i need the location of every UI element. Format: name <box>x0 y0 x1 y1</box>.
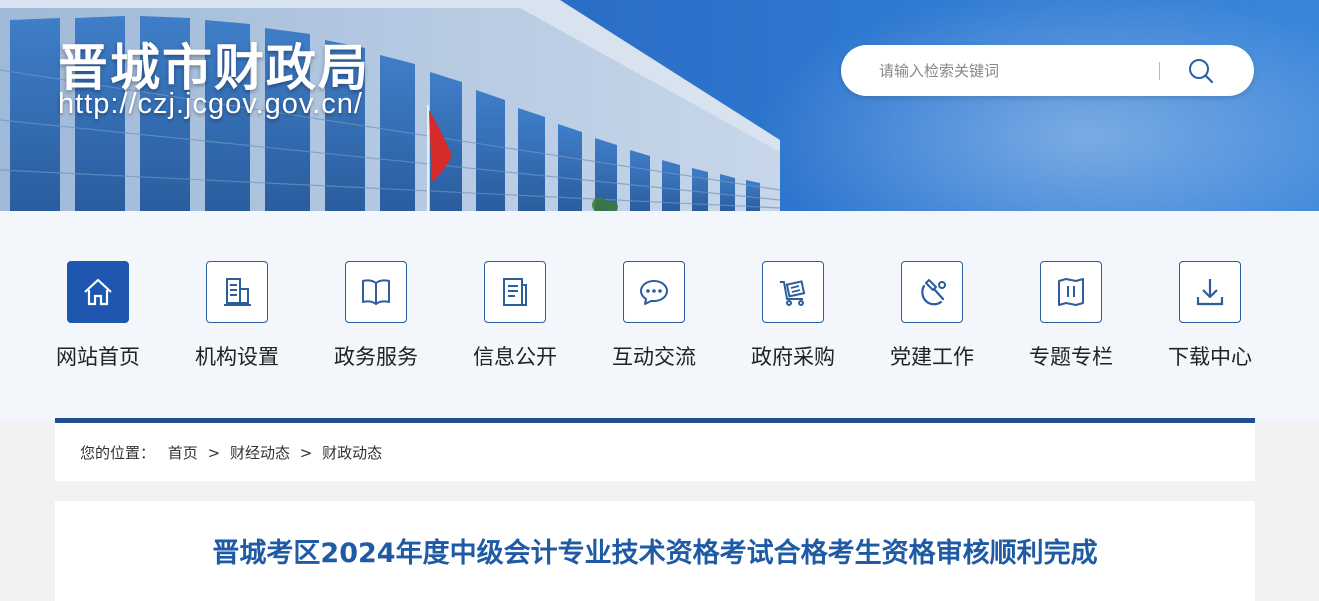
nav-item-services[interactable]: 政务服务 <box>316 261 436 371</box>
breadcrumb-separator: > <box>299 444 313 462</box>
column-icon <box>1058 278 1084 306</box>
search-icon <box>1189 59 1214 84</box>
nav-label: 下载中心 <box>1168 345 1252 369</box>
nav-label: 网站首页 <box>56 345 140 369</box>
main-nav: 网站首页 机构设置 政务服务 信息公开 互动交流 政府采购 党建工作 专题专栏 … <box>0 211 1319 421</box>
nav-item-home[interactable]: 网站首页 <box>38 261 158 371</box>
site-url: http://czj.jcgov.gov.cn/ <box>58 88 363 120</box>
nav-item-info-disclosure[interactable]: 信息公开 <box>455 261 575 371</box>
cart-icon <box>780 280 806 306</box>
download-icon <box>1196 279 1224 306</box>
article-title: 晋城考区2024年度中级会计专业技术资格考试合格考生资格审核顺利完成 <box>212 538 1098 569</box>
article-container: 晋城考区2024年度中级会计专业技术资格考试合格考生资格审核顺利完成 <box>55 501 1255 601</box>
nav-icon-box <box>345 261 407 323</box>
search-button[interactable] <box>1184 55 1218 87</box>
nav-label: 党建工作 <box>890 345 974 369</box>
nav-item-party-building[interactable]: 党建工作 <box>872 261 992 371</box>
nav-item-special-column[interactable]: 专题专栏 <box>1011 261 1131 371</box>
document-icon <box>503 278 527 306</box>
breadcrumb-link-home[interactable]: 首页 <box>168 442 198 463</box>
search-divider <box>1159 62 1160 80</box>
nav-icon-box <box>206 261 268 323</box>
breadcrumb-link-fiscal-news[interactable]: 财政动态 <box>322 442 382 463</box>
nav-label: 政府采购 <box>751 345 835 369</box>
nav-label: 政务服务 <box>334 345 418 369</box>
header-banner: 晋城市财政局 http://czj.jcgov.gov.cn/ <box>0 0 1319 211</box>
nav-icon-box <box>1040 261 1102 323</box>
nav-label: 互动交流 <box>612 345 696 369</box>
nav-label: 机构设置 <box>195 345 279 369</box>
search-input[interactable] <box>879 57 1149 85</box>
book-icon <box>362 279 390 305</box>
nav-icon-box <box>901 261 963 323</box>
chat-icon <box>640 280 668 305</box>
nav-icon-box <box>762 261 824 323</box>
nav-icon-box <box>623 261 685 323</box>
nav-icon-box <box>1179 261 1241 323</box>
nav-label: 专题专栏 <box>1029 345 1113 369</box>
building-icon <box>224 278 251 306</box>
breadcrumb-row: 您的位置： 首页 > 财经动态 > 财政动态 <box>80 442 382 463</box>
home-icon <box>84 278 112 306</box>
breadcrumb-separator: > <box>207 444 221 462</box>
nav-item-download[interactable]: 下载中心 <box>1150 261 1270 371</box>
breadcrumb: 您的位置： 首页 > 财经动态 > 财政动态 <box>55 423 1255 481</box>
nav-item-organization[interactable]: 机构设置 <box>177 261 297 371</box>
breadcrumb-link-finance-news[interactable]: 财经动态 <box>230 442 290 463</box>
nav-item-procurement[interactable]: 政府采购 <box>733 261 853 371</box>
search-box <box>841 45 1254 96</box>
breadcrumb-prefix: 您的位置： <box>80 444 156 462</box>
party-emblem-icon <box>921 279 946 306</box>
nav-icon-box <box>67 261 129 323</box>
nav-item-interaction[interactable]: 互动交流 <box>594 261 714 371</box>
nav-icon-box <box>484 261 546 323</box>
nav-label: 信息公开 <box>473 345 557 369</box>
